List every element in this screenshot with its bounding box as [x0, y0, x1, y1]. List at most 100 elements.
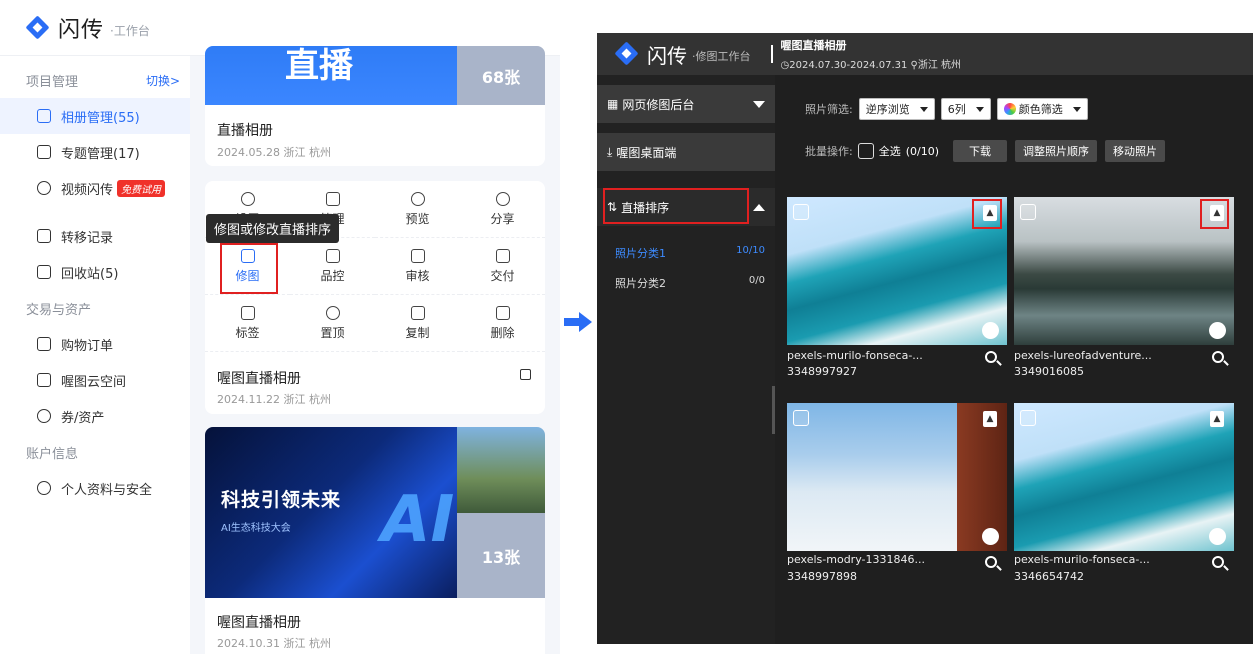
columns-select[interactable]: 6列 [940, 98, 991, 120]
sidebar-item-transfer[interactable]: 转移记录 [0, 218, 190, 254]
album-cover-text: 直播 [285, 46, 353, 86]
zoom-icon[interactable] [985, 556, 997, 568]
columns-value: 6列 [947, 103, 966, 116]
zoom-icon[interactable] [1212, 351, 1224, 363]
right-app-screenshot: 闪传 ·修图工作台 喔图直播相册 ◷2024.07.30-2024.07.31 … [597, 33, 1253, 644]
side-desktop[interactable]: ⤓ 喔图桌面端 [597, 133, 775, 171]
op-pin[interactable]: 置顶 [290, 295, 375, 352]
copy-icon[interactable] [520, 369, 531, 380]
highlight-box [972, 199, 1002, 229]
op-deliver[interactable]: 交付 [460, 238, 545, 295]
sidebar-item-albums[interactable]: 相册管理(55) [0, 98, 190, 134]
category-item[interactable]: 照片分类1 10/10 [615, 245, 765, 261]
op-review[interactable]: 审核 [375, 238, 460, 295]
layers-icon [37, 145, 51, 159]
op-copy[interactable]: 复制 [375, 295, 460, 352]
pin-top-icon[interactable]: ▲ [1210, 411, 1224, 427]
photo-count: 13张 [457, 513, 545, 598]
select-count: (0/10) [905, 144, 940, 158]
sidebar-item-label: 回收站(5) [61, 266, 119, 282]
sidebar-item-label: 视频闪传 [61, 182, 114, 198]
photo-checkbox[interactable] [793, 204, 809, 220]
order-select[interactable]: 逆序浏览 [858, 98, 935, 120]
album-title: 喔图直播相册 [217, 371, 301, 387]
caret-down-icon [1072, 106, 1081, 112]
sidebar-item-video[interactable]: 视频闪传 免费试用 [0, 170, 190, 206]
album-cover: 科技引领未来 AI生态科技大会 AI [205, 427, 457, 598]
photo-thumbnail[interactable]: ▲ [787, 403, 1007, 551]
select-circle[interactable] [982, 528, 999, 545]
photo-name: pexels-murilo-fonseca-... [1014, 553, 1150, 566]
trial-badge: 免费试用 [117, 179, 166, 197]
pin-top-icon [325, 305, 340, 320]
album-title: 喔图直播相册 [217, 615, 301, 631]
album-card[interactable]: 直播 68张 直播相册 2024.05.28 浙江 杭州 [205, 46, 545, 166]
op-preview[interactable]: 预览 [375, 181, 460, 238]
switch-link[interactable]: 切换> [146, 72, 180, 89]
sidebar-item-topics[interactable]: 专题管理(17) [0, 134, 190, 170]
logo-icon [26, 16, 50, 40]
batch-label: 批量操作: [805, 145, 853, 158]
op-tag[interactable]: 标签 [205, 295, 290, 352]
zoom-icon[interactable] [985, 351, 997, 363]
photo-id: 3346654742 [1014, 570, 1084, 583]
coupon-icon [37, 409, 51, 423]
category-name: 照片分类1 [615, 247, 666, 260]
side-web-backend[interactable]: ▦ 网页修图后台 [597, 85, 775, 123]
color-filter-select[interactable]: 颜色筛选 [996, 98, 1088, 120]
ai-graphic: AI [381, 483, 455, 557]
select-all-checkbox[interactable] [857, 143, 874, 159]
sidebar-item-label: 喔图云空间 [61, 374, 127, 390]
share-icon [495, 191, 510, 206]
op-quality[interactable]: 品控 [290, 238, 375, 295]
photo-checkbox[interactable] [1020, 204, 1036, 220]
album-card[interactable]: 科技引领未来 AI生态科技大会 AI 13张 喔图直播相册 2024.10.31… [205, 427, 545, 654]
cloud-space-icon [37, 373, 51, 387]
photo-name: pexels-modry-1331846... [787, 553, 925, 566]
album-title: 喔图直播相册 [780, 39, 847, 52]
photo-thumbnail[interactable]: ▲ [1014, 403, 1234, 551]
sidebar-item-recycle[interactable]: 回收站(5) [0, 254, 190, 290]
sidebar-item-label: 专题管理(17) [61, 146, 140, 162]
filter-row: 照片筛选: 逆序浏览 6列 颜色筛选 [805, 98, 1088, 120]
photo-checkbox[interactable] [1020, 410, 1036, 426]
album-date: 2024.07.30-2024.07.31 [789, 60, 908, 71]
highlight-box [220, 243, 278, 294]
move-photo-button[interactable]: 移动照片 [1105, 140, 1166, 162]
logo-subtitle: ·工作台 [110, 24, 150, 38]
photo-checkbox[interactable] [793, 410, 809, 426]
op-label: 复制 [405, 325, 430, 340]
op-label: 置顶 [320, 325, 345, 340]
color-filter-label: 颜色筛选 [1018, 103, 1063, 116]
select-circle[interactable] [1209, 322, 1226, 339]
sidebar-item-coupons[interactable]: 券/资产 [0, 398, 190, 434]
op-share[interactable]: 分享 [460, 181, 545, 238]
adjust-order-button[interactable]: 调整照片顺序 [1015, 140, 1098, 162]
album-meta: ◷2024.07.30-2024.07.31 ⚲浙江 杭州 [781, 56, 962, 71]
select-circle[interactable] [1209, 528, 1226, 545]
section-trade: 交易与资产 [0, 290, 190, 326]
photo-name: pexels-lureofadventure... [1014, 349, 1152, 362]
clock-icon: ◷ [780, 60, 790, 71]
category-item[interactable]: 照片分类2 0/0 [615, 275, 765, 291]
copy-icon [410, 305, 425, 320]
color-wheel-icon [1003, 103, 1016, 115]
logo-text: 闪传 [647, 43, 687, 68]
zoom-icon[interactable] [1212, 556, 1224, 568]
section-project-label: 项目管理 [26, 74, 79, 90]
retouch-tooltip: 修图或修改直播排序 [206, 214, 340, 243]
highlight-box [603, 188, 749, 224]
building-shape [957, 403, 1007, 551]
logo-subtitle: ·修图工作台 [692, 50, 751, 63]
download-button[interactable]: 下载 [953, 140, 1008, 162]
op-delete[interactable]: 删除 [460, 295, 545, 352]
sidebar-item-orders[interactable]: 购物订单 [0, 326, 190, 362]
album-meta: 2024.11.22 浙江 杭州 [217, 393, 331, 406]
album-cover-text: 科技引领未来 [221, 489, 342, 511]
album-list: 直播 68张 直播相册 2024.05.28 浙江 杭州 设置 管理 预览 分享… [190, 46, 560, 654]
sidebar-item-profile[interactable]: 个人资料与安全 [0, 470, 190, 506]
pin-top-icon[interactable]: ▲ [983, 411, 997, 427]
caret-down-icon [919, 106, 928, 112]
select-circle[interactable] [982, 322, 999, 339]
sidebar-item-cloud[interactable]: 喔图云空间 [0, 362, 190, 398]
